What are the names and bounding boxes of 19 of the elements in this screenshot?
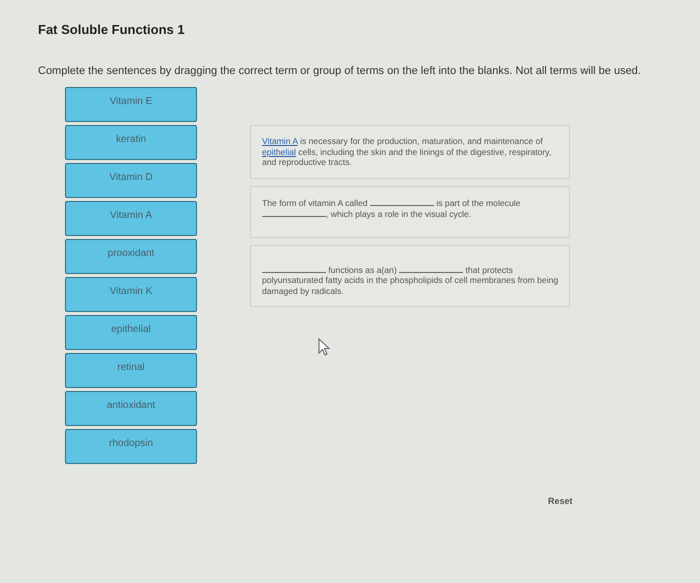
term-tile[interactable]: epithelial <box>65 315 197 350</box>
sentence-box: functions as a(an) that protects polyunsaturated fatty acids in the phospholipids of cell membranes from being damaged by radicals. <box>250 244 570 307</box>
term-tile[interactable]: keratin <box>65 125 197 160</box>
sentence-box: The form of vitamin A called is part of the molecule , which plays a role in the visual cycle. <box>250 186 570 238</box>
page-title: Fat Soluble Functions 1 <box>38 22 186 37</box>
term-tile[interactable]: Vitamin K <box>65 277 197 312</box>
term-tile[interactable]: antioxidant <box>65 391 197 426</box>
reset-button[interactable]: Reset <box>546 494 575 508</box>
term-tile[interactable]: rhodopsin <box>65 429 197 464</box>
term-tile[interactable]: retinal <box>65 353 197 388</box>
term-tile[interactable]: Vitamin E <box>65 87 197 122</box>
term-tile[interactable]: Vitamin D <box>65 163 197 198</box>
filled-term-link[interactable]: Vitamin A <box>262 136 298 146</box>
filled-term-link[interactable]: epithelial <box>262 146 296 156</box>
term-tile[interactable]: prooxidant <box>65 239 197 274</box>
mouse-pointer-icon <box>318 338 332 356</box>
sentence-box: Vitamin A is necessary for the production, maturation, and maintenance of epithelial cells, including the skin and the linings of the digestive, respiratory, and reproductive tracts. <box>250 125 570 178</box>
instructions-text: Complete the sentences by dragging the correct term or group of terms on the left into the blanks. Not all terms will be used. <box>38 65 642 77</box>
term-tile[interactable]: Vitamin A <box>65 201 197 236</box>
